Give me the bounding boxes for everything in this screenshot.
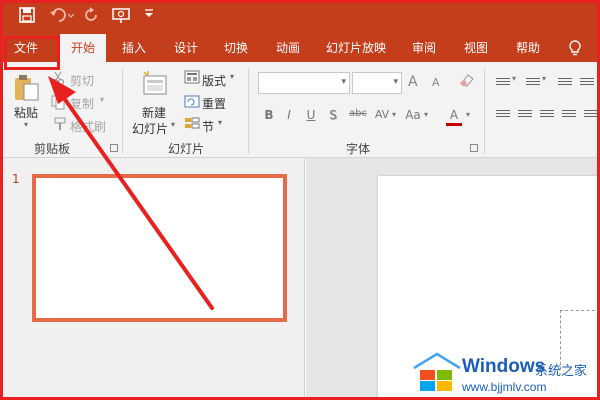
underline-button[interactable]: U: [302, 108, 320, 122]
numbering-icon[interactable]: [526, 78, 540, 88]
new-slide-button[interactable]: 幻灯片: [132, 120, 168, 137]
cut-icon: [50, 70, 66, 89]
save-icon[interactable]: [16, 6, 38, 28]
section-button[interactable]: 节: [202, 118, 214, 135]
chevron-down-icon[interactable]: ▾: [466, 110, 470, 119]
paste-dropdown-icon[interactable]: ▾: [24, 120, 28, 129]
customize-qat-icon[interactable]: [142, 6, 156, 28]
slide-thumbnail[interactable]: [32, 174, 287, 322]
chevron-down-icon: ▾: [341, 77, 346, 87]
distributed-icon[interactable]: [584, 110, 598, 120]
windows-logo-icon: [413, 352, 461, 391]
italic-button[interactable]: I: [280, 108, 298, 122]
lightbulb-icon[interactable]: [560, 34, 590, 62]
watermark-cn: 系统之家: [535, 364, 588, 379]
copy-dropdown-icon[interactable]: ▾: [100, 95, 104, 104]
shrink-font-button[interactable]: A: [432, 76, 440, 89]
reset-icon: [184, 94, 200, 111]
group-divider: [484, 68, 485, 154]
format-painter-icon: [52, 116, 68, 135]
slide-number: 1: [12, 172, 20, 186]
clear-formatting-icon[interactable]: [458, 72, 476, 91]
clipboard-group-label: 剪贴板: [34, 142, 71, 156]
chevron-down-icon[interactable]: ▾: [542, 74, 546, 83]
new-slide-dropdown-icon[interactable]: ▾: [171, 120, 175, 129]
strikethrough-button[interactable]: abc: [346, 108, 370, 119]
copy-icon: [50, 94, 66, 113]
font-group-label: 字体: [346, 142, 371, 156]
justify-icon[interactable]: [562, 110, 576, 120]
section-dropdown-icon[interactable]: ▾: [218, 118, 222, 127]
section-icon: [184, 116, 200, 133]
tab-insert[interactable]: 插入: [114, 34, 154, 62]
tab-slideshow[interactable]: 幻灯片放映: [320, 34, 392, 62]
align-center-icon[interactable]: [518, 110, 532, 120]
new-slide-label[interactable]: 新建: [142, 104, 166, 121]
bold-button[interactable]: B: [260, 108, 278, 122]
undo-icon[interactable]: [48, 6, 76, 28]
tab-review[interactable]: 审阅: [404, 34, 444, 62]
align-left-icon[interactable]: [496, 110, 510, 120]
decrease-indent-icon[interactable]: [558, 78, 572, 88]
change-case-button[interactable]: Aa: [402, 108, 424, 122]
character-spacing-button[interactable]: AV: [372, 108, 392, 121]
bullets-icon[interactable]: [496, 78, 510, 88]
font-size-combobox[interactable]: ▾: [352, 72, 402, 94]
reset-button[interactable]: 重置: [202, 95, 226, 112]
paste-button[interactable]: 粘贴: [14, 104, 38, 121]
group-divider: [122, 68, 123, 154]
ribbon-tabs: 文件 开始 插入 设计 切换 动画 幻灯片放映 审阅 视图 帮助: [0, 34, 600, 62]
layout-dropdown-icon[interactable]: ▾: [230, 72, 234, 81]
title-bar: [0, 0, 600, 34]
tab-home[interactable]: 开始: [60, 34, 106, 62]
chevron-down-icon[interactable]: ▾: [424, 110, 428, 119]
paste-icon[interactable]: [12, 74, 42, 105]
tab-design[interactable]: 设计: [166, 34, 206, 62]
tab-animations[interactable]: 动画: [268, 34, 308, 62]
font-launcher-icon[interactable]: [470, 144, 478, 152]
new-slide-icon[interactable]: [140, 70, 170, 101]
clipboard-launcher-icon[interactable]: [110, 144, 118, 152]
align-right-icon[interactable]: [540, 110, 554, 120]
redo-icon[interactable]: [82, 6, 102, 28]
tab-view[interactable]: 视图: [456, 34, 496, 62]
chevron-down-icon: ▾: [393, 77, 398, 87]
ribbon: 粘贴 ▾ 剪切 复制 ▾ 格式刷 剪贴板 新建 幻灯片 ▾ 版式 ▾ 重置 节 …: [0, 62, 600, 158]
font-name-combobox[interactable]: ▾: [258, 72, 350, 94]
slides-group-label: 幻灯片: [168, 142, 205, 156]
group-divider: [248, 68, 249, 154]
layout-button[interactable]: 版式: [202, 72, 226, 89]
cut-button[interactable]: 剪切: [70, 72, 94, 89]
chevron-down-icon[interactable]: ▾: [512, 74, 516, 83]
chevron-down-icon[interactable]: ▾: [392, 110, 396, 119]
tab-help[interactable]: 帮助: [508, 34, 548, 62]
watermark-brand: Windows: [462, 356, 546, 377]
file-tab-highlight: [4, 36, 60, 70]
font-color-button[interactable]: A: [446, 108, 462, 126]
grow-font-button[interactable]: A: [408, 74, 418, 90]
layout-icon: [184, 70, 200, 87]
copy-button[interactable]: 复制: [70, 95, 94, 112]
shadow-button[interactable]: S: [324, 108, 342, 122]
present-from-start-icon[interactable]: [110, 6, 134, 28]
watermark-url: www.bjjmlv.com: [462, 380, 547, 394]
increase-indent-icon[interactable]: [580, 78, 594, 88]
format-painter-button[interactable]: 格式刷: [70, 118, 106, 135]
tab-transitions[interactable]: 切换: [216, 34, 256, 62]
